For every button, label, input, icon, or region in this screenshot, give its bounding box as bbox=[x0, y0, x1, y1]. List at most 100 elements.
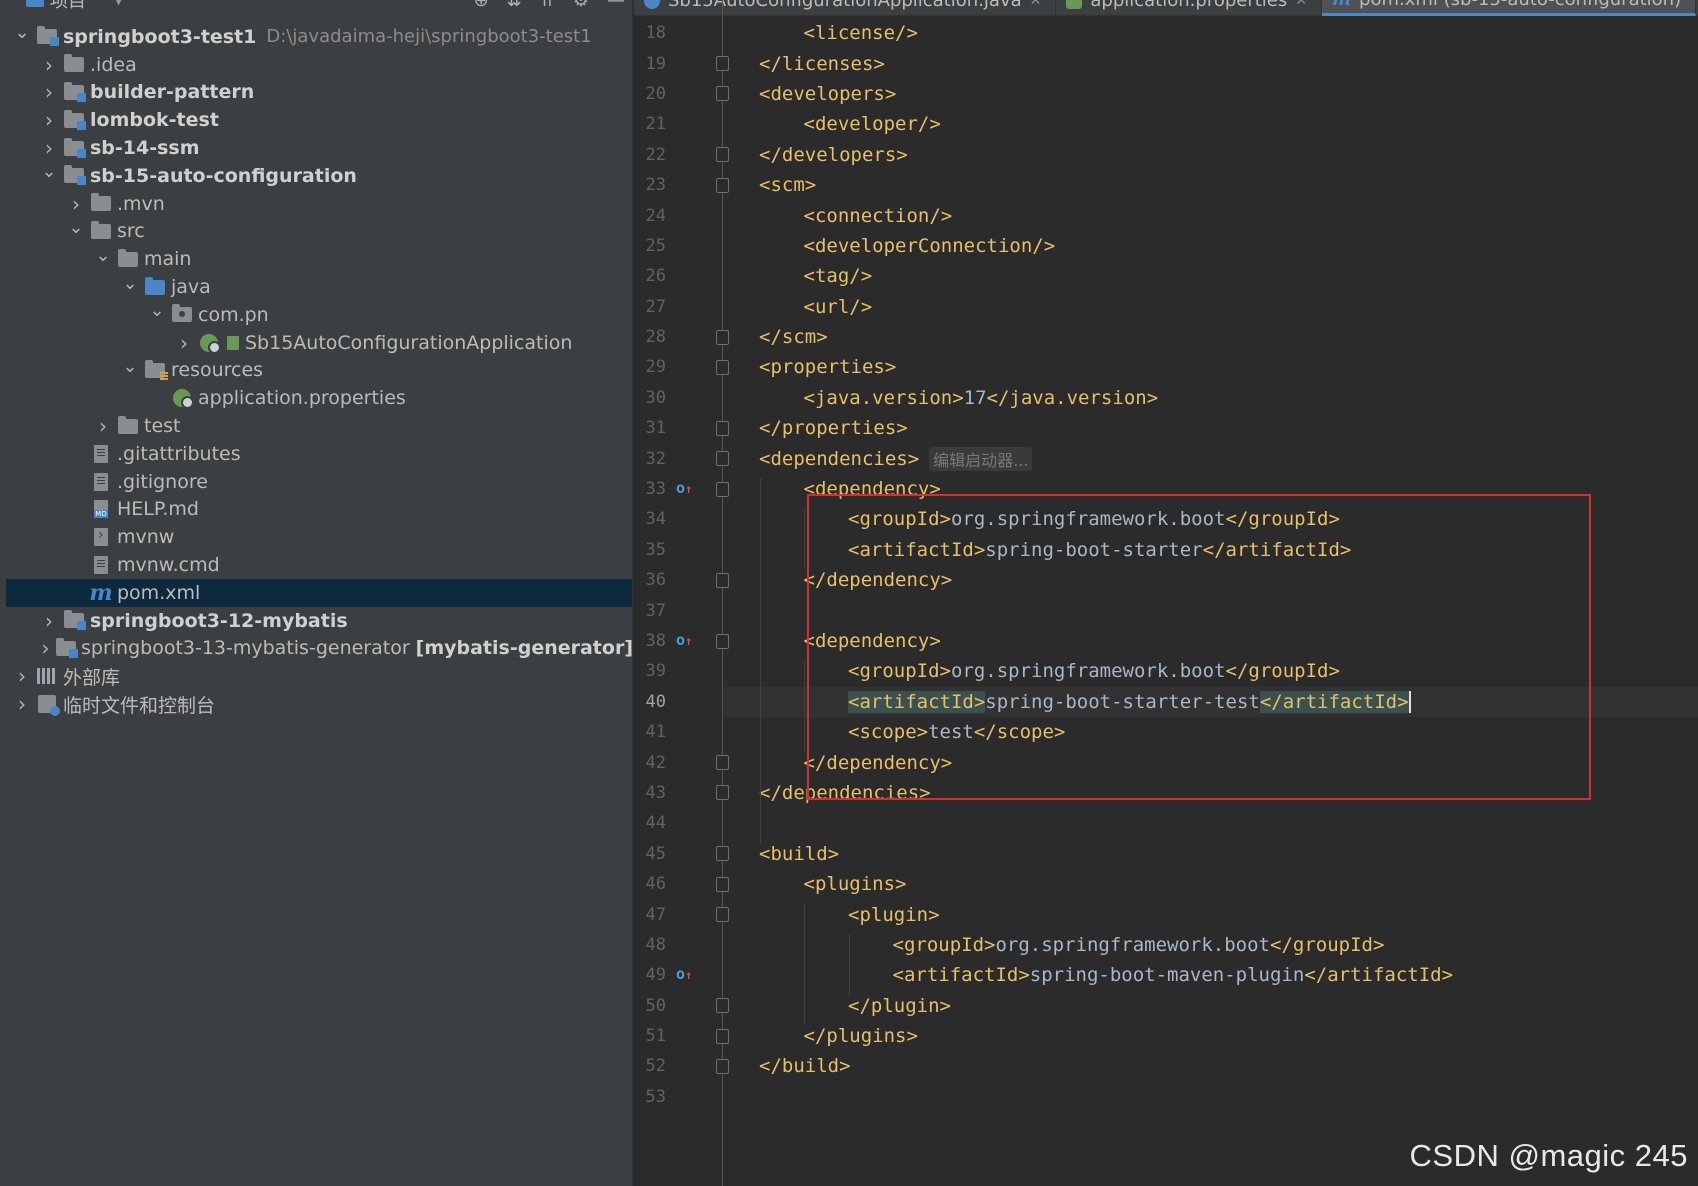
chevron-right-icon[interactable]: › bbox=[41, 53, 57, 77]
line-number: 33 o↑ bbox=[634, 474, 729, 504]
expand-all-icon[interactable]: ⇊ bbox=[507, 0, 522, 11]
code-line[interactable]: </plugin> bbox=[724, 991, 1698, 1021]
line-number-text: 38 bbox=[645, 631, 666, 651]
chevron-down-icon[interactable]: ⌄ bbox=[122, 356, 138, 377]
tree-item[interactable]: ⌄ sb-15-auto-configuration bbox=[0, 161, 632, 190]
chevron-right-icon[interactable]: › bbox=[41, 636, 50, 660]
chevron-right-icon[interactable]: › bbox=[41, 108, 57, 132]
tree-item[interactable]: mvnw.cmd bbox=[0, 551, 632, 579]
tree-item[interactable]: › springboot3-13-mybatis-generator [mybati… bbox=[0, 635, 632, 663]
chevron-right-icon[interactable]: › bbox=[68, 192, 84, 216]
code-line[interactable]: <dependency> bbox=[724, 474, 1698, 504]
chevron-down-icon[interactable]: ⌄ bbox=[95, 245, 111, 266]
chevron-down-icon[interactable]: ⌄ bbox=[41, 161, 57, 182]
editor-tab[interactable]: application.properties ✕ bbox=[1056, 0, 1322, 16]
code-line[interactable]: <groupId> org.springframework.boot </group… bbox=[724, 504, 1698, 534]
tree-item[interactable]: › builder-pattern bbox=[0, 79, 632, 107]
close-icon[interactable]: ✕ bbox=[1295, 0, 1307, 9]
dependency-gutter-icon[interactable]: o↑ bbox=[676, 479, 692, 497]
code-line[interactable]: <artifactId> spring-boot-starter-test </ar… bbox=[724, 686, 1698, 717]
code-line[interactable] bbox=[724, 808, 1698, 838]
code-line[interactable]: </properties> bbox=[724, 413, 1698, 443]
code-line[interactable]: <connection/> bbox=[724, 200, 1698, 230]
chevron-down-icon[interactable]: ⌄ bbox=[68, 217, 84, 238]
chevron-right-icon[interactable]: › bbox=[41, 80, 57, 104]
code-line[interactable]: </developers> bbox=[724, 140, 1698, 170]
chevron-down-icon[interactable]: ⌄ bbox=[122, 273, 138, 294]
editor-tab[interactable]: Sb15AutoConfigurationApplication.java ✕ bbox=[634, 0, 1057, 16]
code-line[interactable]: </build> bbox=[724, 1051, 1698, 1081]
code-line[interactable]: <build> bbox=[724, 839, 1698, 869]
collapse-all-icon[interactable]: ⇈ bbox=[540, 0, 555, 11]
tree-item[interactable]: › .idea bbox=[0, 51, 632, 79]
tree-item[interactable]: › .mvn bbox=[0, 190, 632, 218]
xml-tag: <developer/> bbox=[803, 113, 941, 136]
hide-icon[interactable]: — bbox=[607, 0, 625, 11]
tree-item[interactable]: › test bbox=[0, 412, 632, 440]
code-line[interactable]: </dependency> bbox=[724, 565, 1698, 595]
code-line[interactable]: <dependencies> 编辑启动器... bbox=[724, 443, 1698, 473]
tree-item[interactable]: ⌄ springboot3-test1 D:\javadaima-heji\spri… bbox=[0, 22, 632, 51]
dependency-gutter-icon[interactable]: o↑ bbox=[676, 631, 692, 649]
code-line[interactable]: <artifactId> spring-boot-maven-plugin </ar… bbox=[724, 960, 1698, 990]
code-line[interactable]: </licenses> bbox=[724, 48, 1698, 78]
tree-item[interactable]: mvnw bbox=[0, 523, 632, 551]
code-line[interactable]: <developerConnection/> bbox=[724, 231, 1698, 261]
code-line[interactable]: <java.version> 17 </java.version> bbox=[724, 383, 1698, 413]
tree-item[interactable]: › 外部库 bbox=[0, 662, 632, 690]
project-view-selector[interactable]: 项目 ▼ bbox=[26, 0, 123, 14]
tree-item[interactable]: ⌄ resources bbox=[0, 356, 632, 385]
tree-item[interactable]: › Sb15AutoConfigurationApplication bbox=[0, 329, 632, 357]
chevron-down-icon[interactable]: ⌄ bbox=[14, 22, 30, 43]
close-icon[interactable]: ✕ bbox=[1030, 0, 1042, 9]
chevron-right-icon[interactable]: › bbox=[14, 692, 30, 716]
code-line[interactable]: <plugins> bbox=[724, 869, 1698, 899]
tree-item[interactable]: ⌄ java bbox=[0, 273, 632, 301]
code-line[interactable] bbox=[724, 1082, 1698, 1112]
chevron-right-icon[interactable]: › bbox=[41, 609, 57, 633]
chevron-right-icon[interactable]: › bbox=[95, 414, 111, 438]
code-line[interactable] bbox=[724, 595, 1698, 625]
code-line[interactable]: <groupId> org.springframework.boot </group… bbox=[724, 930, 1698, 960]
code-line[interactable]: <developers> bbox=[724, 79, 1698, 109]
tree-item[interactable]: › springboot3-12-mybatis bbox=[0, 607, 632, 635]
code-line[interactable]: </dependencies> bbox=[724, 778, 1698, 808]
code-line[interactable]: </dependency> bbox=[724, 747, 1698, 777]
tree-item[interactable]: .gitignore bbox=[0, 468, 632, 496]
tree-item[interactable]: m pom.xml bbox=[6, 578, 632, 607]
tree-item[interactable]: HELP.md bbox=[0, 496, 632, 524]
tree-item[interactable]: ⌄ com.pn bbox=[0, 300, 632, 329]
tree-item[interactable]: ⌄ main bbox=[0, 245, 632, 273]
tree-item[interactable]: › 临时文件和控制台 bbox=[0, 690, 632, 718]
chevron-down-icon[interactable]: ⌄ bbox=[149, 300, 165, 321]
tree-item[interactable]: ⌄ src bbox=[0, 217, 632, 246]
code-line[interactable]: <tag/> bbox=[724, 261, 1698, 291]
edit-starters-hint[interactable]: 编辑启动器... bbox=[929, 446, 1033, 471]
tree-item-label: resources bbox=[171, 359, 264, 382]
chevron-right-icon[interactable]: › bbox=[14, 664, 30, 688]
code-line[interactable]: <groupId> org.springframework.boot </group… bbox=[724, 656, 1698, 686]
code-line[interactable]: </plugins> bbox=[724, 1021, 1698, 1051]
chevron-down-icon[interactable]: ▼ bbox=[114, 0, 123, 7]
tree-item[interactable]: › lombok-test bbox=[0, 106, 632, 134]
code-line[interactable]: <developer/> bbox=[724, 109, 1698, 139]
tree-item[interactable]: .gitattributes bbox=[0, 440, 632, 468]
code-content[interactable]: <license/> </licenses> <developers> <develo… bbox=[724, 18, 1698, 1112]
editor-tab[interactable]: m pom.xml (sb-15-auto-configuration) bbox=[1321, 0, 1697, 16]
code-line[interactable]: <scm> bbox=[724, 170, 1698, 200]
locate-icon[interactable]: ⊕ bbox=[474, 0, 489, 11]
code-line[interactable]: <license/> bbox=[724, 18, 1698, 48]
code-line[interactable]: <plugin> bbox=[724, 899, 1698, 929]
gear-icon[interactable]: ⚙ bbox=[573, 0, 589, 11]
code-line[interactable]: <dependency> bbox=[724, 626, 1698, 656]
code-line[interactable]: <url/> bbox=[724, 292, 1698, 322]
code-line[interactable]: <scope> test </scope> bbox=[724, 717, 1698, 747]
code-line[interactable]: <artifactId> spring-boot-starter </artifac… bbox=[724, 535, 1698, 565]
tree-item[interactable]: › sb-14-ssm bbox=[0, 134, 632, 162]
tree-item[interactable]: application.properties bbox=[0, 384, 632, 412]
code-line[interactable]: </scm> bbox=[724, 322, 1698, 352]
code-line[interactable]: <properties> bbox=[724, 352, 1698, 382]
dependency-gutter-icon[interactable]: o↑ bbox=[676, 965, 692, 983]
chevron-right-icon[interactable]: › bbox=[41, 136, 57, 160]
chevron-right-icon[interactable]: › bbox=[176, 331, 192, 355]
